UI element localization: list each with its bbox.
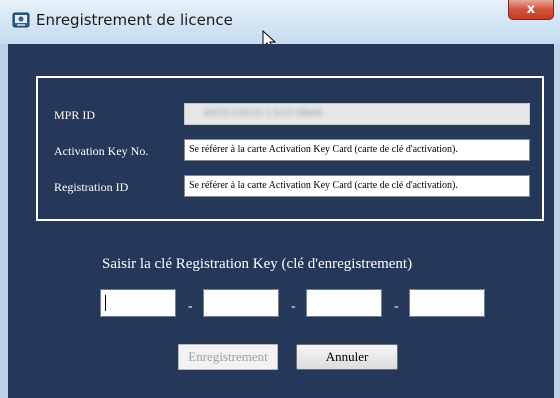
license-info-panel: MPR ID 4K03-CDCD-13CD-5BA6 Activation Ke… [36,76,544,221]
registration-key-input-1[interactable] [100,289,176,317]
mpr-id-label: MPR ID [54,108,96,122]
registration-key-prompt: Saisir la clé Registration Key (clé d'en… [102,256,413,272]
registration-key-input-2[interactable] [203,289,279,317]
mpr-id-field: 4K03-CDCD-13CD-5BA6 [184,103,530,125]
text-caret [105,295,106,311]
key-separator: - [291,299,296,314]
key-separator: - [188,299,193,314]
license-registration-window: Enregistrement de licence x MPR ID 4K03-… [0,0,560,398]
close-icon: x [526,2,536,17]
dialog-body: MPR ID 4K03-CDCD-13CD-5BA6 Activation Ke… [8,44,554,398]
cancel-button[interactable]: Annuler [296,344,398,370]
window-title: Enregistrement de licence [36,11,233,29]
title-bar[interactable]: Enregistrement de licence x [0,0,560,44]
activation-key-label: Activation Key No. [54,144,149,158]
register-button[interactable]: Enregistrement [178,344,278,370]
registration-id-label: Registration ID [54,180,129,194]
registration-key-input-4[interactable] [409,289,485,317]
mpr-id-value: 4K03-CDCD-13CD-5BA6 [203,108,323,119]
activation-key-field[interactable]: Se référer à la carte Activation Key Car… [184,139,530,161]
registration-id-field[interactable]: Se référer à la carte Activation Key Car… [184,175,530,197]
registration-key-input-3[interactable] [306,289,382,317]
app-icon [12,12,30,28]
key-separator: - [394,299,399,314]
close-button[interactable]: x [508,0,554,20]
